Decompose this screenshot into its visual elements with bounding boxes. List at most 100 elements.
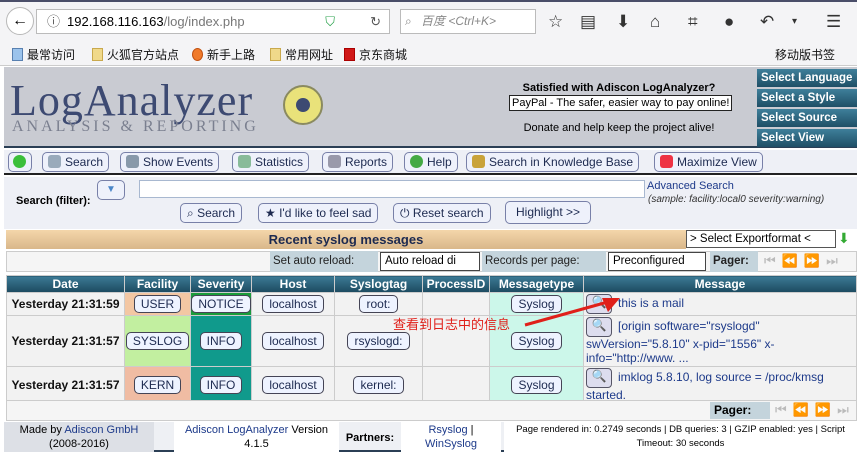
search-button[interactable]: ⌕ Search	[180, 203, 243, 223]
nav-label: Maximize View	[677, 155, 757, 169]
chart-icon	[238, 155, 251, 168]
search-filter-input[interactable]	[139, 180, 645, 198]
paypal-button[interactable]: PayPal - The safer, easier way to pay on…	[509, 95, 733, 111]
col-severity[interactable]: Severity	[190, 275, 252, 293]
annotation-arrow-icon	[524, 298, 620, 327]
section-title: Recent syslog messages	[6, 230, 686, 249]
magnifier-icon: ⌕	[405, 14, 412, 28]
export-value: > Select Exportformat <	[690, 233, 811, 245]
tag-chip[interactable]: root:	[359, 295, 398, 313]
date-cell: Yesterday 21:31:57	[6, 366, 125, 404]
bookmark-0[interactable]: 最常访问	[12, 46, 75, 63]
nav-search[interactable]: Search	[42, 152, 110, 172]
type-chip[interactable]: Syslog	[511, 332, 562, 350]
bookmark-1[interactable]: 火狐官方站点	[92, 46, 179, 63]
reading-list-icon[interactable]: ▤	[580, 12, 596, 32]
nav-statistics[interactable]: Statistics	[232, 152, 310, 172]
select-language-button[interactable]: Select Language	[757, 69, 857, 87]
pager-buttons[interactable]: ⏮⏪⏩⏭	[775, 402, 855, 418]
star-icon[interactable]: ☆	[548, 12, 563, 32]
bookmark-4[interactable]: 京东商城	[344, 46, 407, 63]
nav-show-events[interactable]: Show Events	[120, 152, 220, 172]
export-icon[interactable]: ⬇	[838, 230, 850, 247]
nav-label: Search in Knowledge Base	[489, 155, 634, 169]
chat-icon[interactable]: ●	[724, 12, 734, 32]
reload-icon[interactable]: ↻	[370, 10, 381, 33]
severity-chip[interactable]: NOTICE	[191, 295, 251, 313]
facility-chip[interactable]: SYSLOG	[125, 332, 190, 350]
nav-maximize-view[interactable]: Maximize View	[654, 152, 763, 172]
col-date[interactable]: Date	[6, 275, 125, 293]
select-style-button[interactable]: Select a Style	[757, 89, 857, 107]
advanced-search-link[interactable]: Advanced Search	[647, 180, 734, 192]
severity-chip[interactable]: INFO	[199, 376, 243, 394]
mobile-bookmarks[interactable]: 移动版书签	[775, 46, 835, 63]
calculator-icon	[660, 155, 673, 168]
col-processid[interactable]: ProcessID	[422, 275, 490, 293]
nav-help[interactable]: Help	[404, 152, 458, 172]
severity-cell: INFO	[190, 366, 252, 404]
type-chip[interactable]: Syslog	[511, 376, 562, 394]
date-cell: Yesterday 21:31:57	[6, 315, 125, 367]
severity-cell: INFO	[190, 315, 252, 367]
facility-chip[interactable]: USER	[133, 295, 182, 313]
bookmark-label: 常用网址	[285, 48, 334, 62]
select-source-button[interactable]: Select Source	[757, 109, 857, 127]
nav-reports[interactable]: Reports	[322, 152, 394, 172]
message-text[interactable]: imklog 5.8.10, log source = /proc/kmsg s…	[586, 370, 824, 402]
tag-cell: root:	[334, 292, 423, 316]
made-by: Made by	[19, 424, 62, 436]
col-host[interactable]: Host	[251, 275, 335, 293]
host-chip[interactable]: localhost	[262, 295, 324, 313]
export-format-select[interactable]: > Select Exportformat <	[686, 230, 836, 248]
button-label: I'd like to feel sad	[279, 206, 372, 220]
winsyslog-link[interactable]: WinSyslog	[425, 438, 477, 450]
company-link[interactable]: Adiscon GmbH	[64, 424, 138, 436]
app-header: LogAnalyzer ANALYSIS & REPORTING Satisfi…	[4, 67, 857, 148]
table-header: Date Facility Severity Host Syslogtag Pr…	[6, 275, 857, 293]
col-facility[interactable]: Facility	[124, 275, 191, 293]
host-chip[interactable]: localhost	[262, 332, 324, 350]
search-options-toggle[interactable]: ▼	[97, 180, 125, 200]
partners-label: Partners:	[345, 432, 395, 444]
back-button[interactable]: ←	[6, 7, 34, 35]
feel-sad-button[interactable]: ★ I'd like to feel sad	[258, 203, 379, 223]
address-bar[interactable]: ⓘ 192.168.116.163/log/index.php ↻ ⛉	[36, 9, 390, 34]
nav-label: Search	[65, 155, 104, 169]
tag-chip[interactable]: kernel:	[353, 376, 404, 394]
nav-knowledge-base[interactable]: Search in Knowledge Base	[466, 152, 640, 172]
select-view-button[interactable]: Select View	[757, 129, 857, 147]
syslog-table: Date Facility Severity Host Syslogtag Pr…	[6, 275, 857, 404]
dropdown-icon[interactable]: ▾	[792, 16, 797, 27]
select-value: Preconfigured	[613, 255, 685, 267]
details-icon[interactable]: 🔍	[586, 368, 612, 388]
records-per-page-select[interactable]: Preconfigured	[608, 252, 706, 271]
version: 4.1.5	[244, 438, 269, 450]
bookmark-label: 京东商城	[359, 48, 408, 62]
pid-cell	[422, 292, 490, 316]
product-link[interactable]: Adiscon LogAnalyzer	[185, 424, 288, 436]
facility-chip[interactable]: KERN	[133, 376, 182, 394]
pager-buttons[interactable]: ⏮⏪⏩⏭	[764, 253, 844, 269]
severity-chip[interactable]: INFO	[199, 332, 243, 350]
col-syslogtag[interactable]: Syslogtag	[334, 275, 423, 293]
highlight-button[interactable]: Highlight >>	[505, 201, 592, 224]
home-icon[interactable]: ⌂	[650, 12, 660, 32]
auto-reload-select[interactable]: Auto reload di	[380, 252, 480, 271]
search-input[interactable]: ⌕ 百度 <Ctrl+K>	[400, 9, 536, 34]
crop-icon[interactable]: ⌗	[688, 12, 698, 32]
undo-icon[interactable]: ↶	[760, 12, 774, 32]
rsyslog-link[interactable]: Rsyslog	[428, 424, 467, 436]
tag-chip[interactable]: rsyslogd:	[347, 332, 410, 350]
tag-cell: kernel:	[334, 366, 423, 404]
host-chip[interactable]: localhost	[262, 376, 324, 394]
bookmark-label: 最常访问	[27, 48, 76, 62]
reset-search-button[interactable]: ⏻ Reset search	[393, 203, 491, 223]
status-button[interactable]	[8, 152, 32, 172]
host-cell: localhost	[251, 315, 335, 367]
report-icon	[328, 155, 341, 168]
menu-icon[interactable]: ☰	[826, 12, 841, 32]
download-icon[interactable]: ⬇	[616, 12, 630, 32]
bookmark-3[interactable]: 常用网址	[270, 46, 333, 63]
bookmark-2[interactable]: 新手上路	[192, 46, 255, 63]
